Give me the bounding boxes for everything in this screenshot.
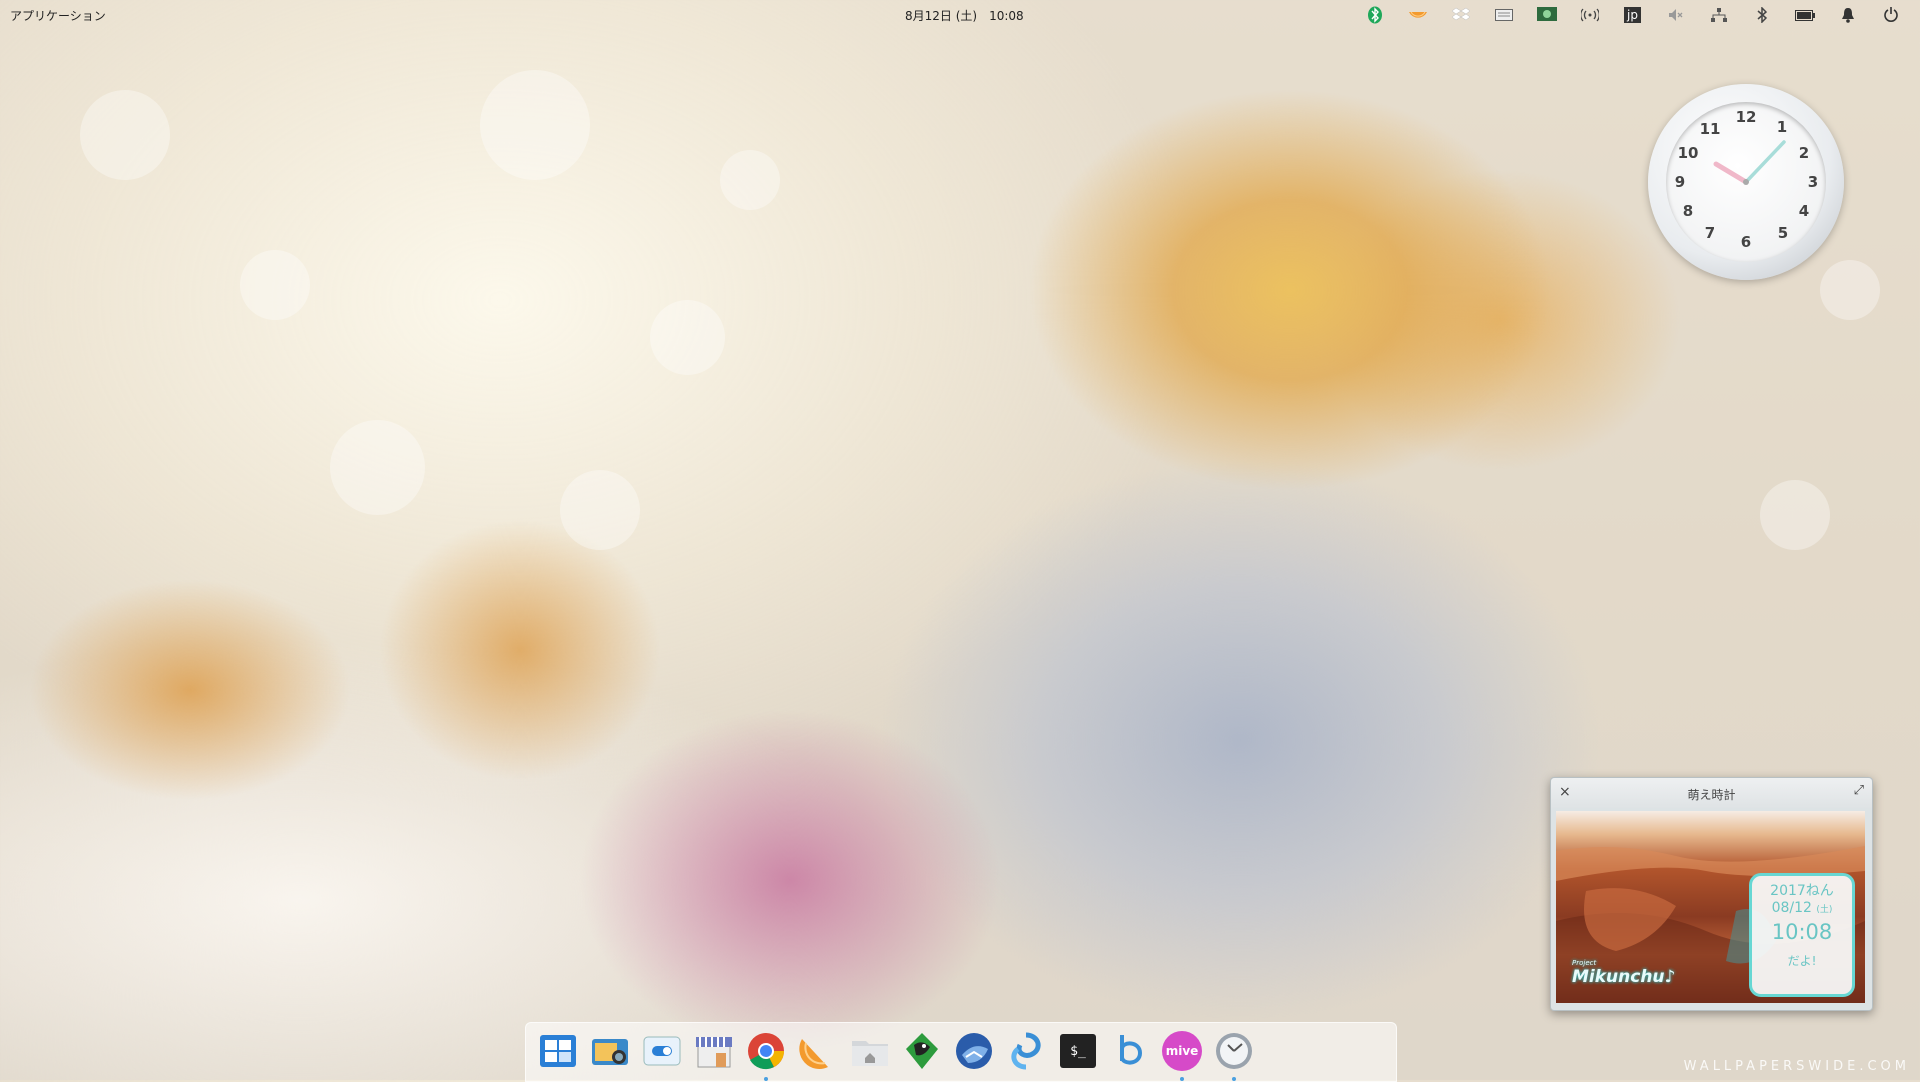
analog-clock-widget[interactable]: 12 1 2 3 4 5 6 7 8 9 10 11 bbox=[1648, 84, 1844, 280]
swirl-app-icon[interactable] bbox=[1004, 1029, 1048, 1073]
dropbox-icon[interactable] bbox=[1439, 4, 1482, 26]
terminal-box: $_ bbox=[1060, 1034, 1096, 1068]
input-method-label: jp bbox=[1624, 7, 1641, 23]
gimp-icon[interactable] bbox=[900, 1029, 944, 1073]
system-tray: jp bbox=[1353, 4, 1912, 26]
moe-date-card: 2017ねん 08/12 (土) 10:08 だよ! bbox=[1749, 873, 1855, 997]
moe-time: 10:08 bbox=[1771, 920, 1833, 944]
volume-muted-icon[interactable] bbox=[1654, 4, 1697, 26]
moe-brand-small: Project bbox=[1572, 959, 1597, 967]
mive-tokei-icon[interactable]: mive bbox=[1160, 1029, 1204, 1081]
running-indicator bbox=[1232, 1077, 1236, 1081]
top-panel: アプリケーション 8月12日 (土) 10:08 jp bbox=[0, 0, 1920, 28]
applications-menu[interactable]: アプリケーション bbox=[10, 7, 106, 24]
panel-clock[interactable]: 8月12日 (土) 10:08 bbox=[905, 7, 1024, 24]
bluetooth-icon[interactable] bbox=[1740, 4, 1783, 26]
moe-brand-text: Mikunchu♪ bbox=[1572, 967, 1676, 987]
multitasking-view-icon[interactable] bbox=[536, 1029, 580, 1073]
moe-clock-window[interactable]: × 萌え時計 ⤢ 2017ねん 08/12 (土) 10:08 だよ! Proj… bbox=[1550, 777, 1873, 1011]
clock-app-icon[interactable] bbox=[1212, 1029, 1256, 1081]
display-icon[interactable] bbox=[1525, 4, 1568, 26]
maximize-icon[interactable]: ⤢ bbox=[1854, 783, 1864, 798]
battery-icon[interactable] bbox=[1783, 4, 1826, 26]
power-icon[interactable] bbox=[1869, 4, 1912, 26]
keyboard-icon[interactable] bbox=[1482, 4, 1525, 26]
moe-date-value: 08/12 bbox=[1771, 900, 1812, 916]
running-indicator bbox=[764, 1077, 768, 1081]
mive-badge: mive bbox=[1162, 1031, 1202, 1071]
terminal-prompt: $_ bbox=[1070, 1043, 1086, 1059]
control-center-icon[interactable] bbox=[640, 1029, 684, 1073]
wireless-icon[interactable] bbox=[1568, 4, 1611, 26]
running-indicator bbox=[1180, 1077, 1184, 1081]
thunderbird-icon[interactable] bbox=[952, 1029, 996, 1073]
window-title: 萌え時計 bbox=[1687, 788, 1736, 802]
notification-bell-icon[interactable] bbox=[1826, 4, 1869, 26]
mive-label: mive bbox=[1165, 1044, 1199, 1058]
chrome-icon[interactable] bbox=[744, 1029, 788, 1081]
input-method-icon[interactable]: jp bbox=[1611, 4, 1654, 26]
clock-hands bbox=[1713, 140, 1786, 185]
app-store-icon[interactable] bbox=[692, 1029, 736, 1073]
bash-icon[interactable] bbox=[1108, 1029, 1152, 1073]
window-titlebar[interactable]: × 萌え時計 ⤢ bbox=[1551, 778, 1872, 808]
moe-weekday: (土) bbox=[1816, 905, 1833, 915]
network-icon[interactable] bbox=[1697, 4, 1740, 26]
file-manager-icon[interactable] bbox=[848, 1029, 892, 1073]
moe-suffix: だよ! bbox=[1787, 954, 1817, 968]
orange-slice-icon[interactable] bbox=[796, 1029, 840, 1073]
orange-slice-icon[interactable] bbox=[1396, 4, 1439, 26]
screenshot-icon[interactable] bbox=[588, 1029, 632, 1073]
terminal-icon[interactable]: $_ bbox=[1056, 1029, 1100, 1073]
wallpaper-watermark: WALLPAPERSWIDE.COM bbox=[1683, 1059, 1910, 1074]
clock-face: 12 1 2 3 4 5 6 7 8 9 10 11 bbox=[1666, 102, 1826, 262]
moe-clock-display: 2017ねん 08/12 (土) 10:08 だよ! Project Mikun… bbox=[1556, 811, 1865, 1003]
dock: $_ mive bbox=[525, 1022, 1397, 1082]
moe-date: 08/12 (土) bbox=[1752, 900, 1852, 916]
moe-brand-logo: Project Mikunchu♪ bbox=[1572, 959, 1675, 987]
bluetooth-app-icon[interactable] bbox=[1353, 4, 1396, 26]
moe-year: 2017ねん bbox=[1770, 883, 1834, 899]
